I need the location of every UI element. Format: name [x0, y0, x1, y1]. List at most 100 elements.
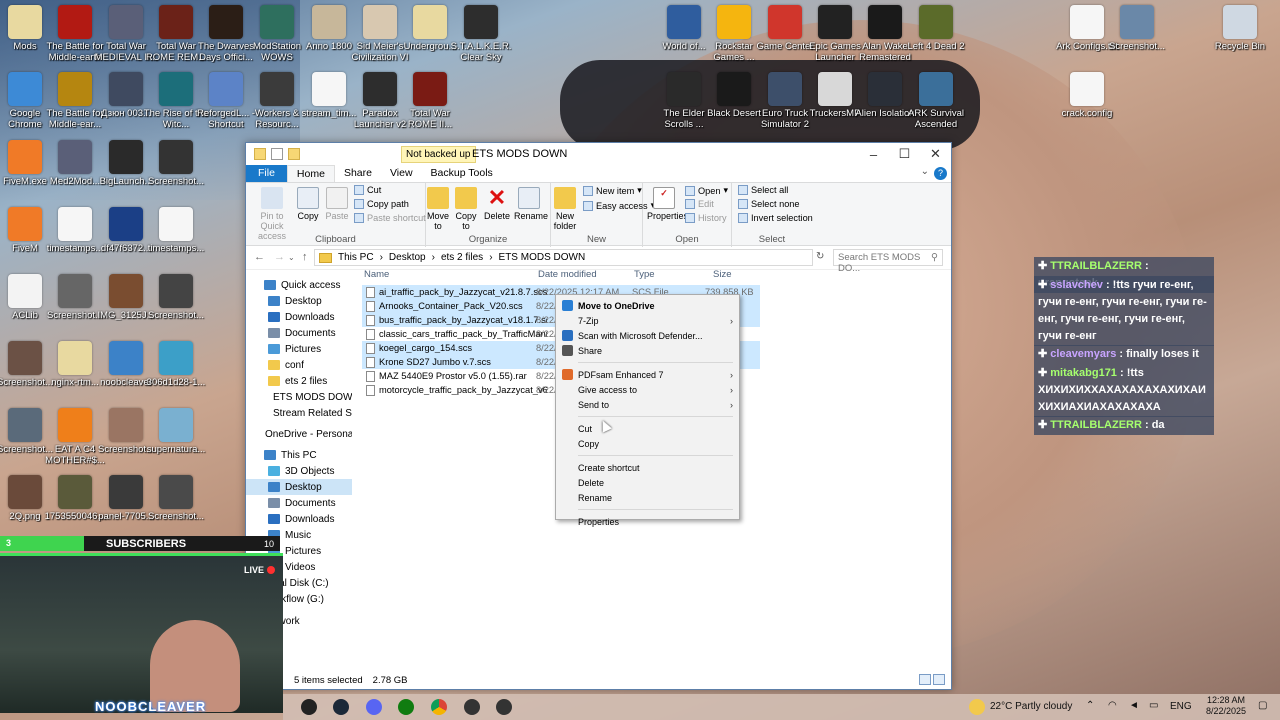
refresh-icon[interactable]: ↻: [816, 251, 824, 262]
desktop-icon[interactable]: ARK Survival Ascended: [903, 72, 969, 130]
nav-item[interactable]: ets 2 files: [246, 373, 352, 389]
column-header-type[interactable]: Type: [634, 267, 655, 283]
backup-status-badge[interactable]: Not backed up: [401, 146, 476, 163]
forward-arrow-icon[interactable]: →: [274, 251, 285, 263]
rename-button[interactable]: Rename: [514, 187, 548, 221]
nav-item[interactable]: Downloads: [246, 309, 352, 325]
details-view-icon[interactable]: [919, 674, 931, 685]
weather-icon[interactable]: [969, 699, 985, 715]
app-icon[interactable]: [496, 699, 512, 715]
pin-quick-access-button[interactable]: Pin to Quick access: [250, 187, 294, 241]
nav-item[interactable]: 3D Objects: [246, 463, 352, 479]
volume-icon[interactable]: ◄: [1129, 700, 1139, 711]
select-none-button[interactable]: Select none: [738, 199, 800, 209]
clock[interactable]: 12:28 AM 8/22/2025: [1201, 695, 1251, 717]
quick-access-toolbar[interactable]: [246, 148, 300, 160]
context-menu-item[interactable]: 7-Zip ›: [556, 313, 739, 328]
nav-item[interactable]: Desktop: [246, 479, 352, 495]
desktop-icon[interactable]: 306d1d28-1...: [143, 341, 209, 388]
column-header-date[interactable]: Date modified: [538, 267, 597, 283]
nav-item[interactable]: ETS MODS DOWN: [246, 389, 352, 405]
context-menu-item[interactable]: Share: [556, 343, 739, 358]
nav-item[interactable]: Stream Related Stuf: [246, 405, 352, 421]
cut-button[interactable]: Cut: [354, 185, 381, 195]
desktop-icon[interactable]: Total War ROME II...: [397, 72, 463, 130]
properties-button[interactable]: ✓ Properties: [647, 187, 688, 221]
tab-share[interactable]: Share: [335, 165, 381, 182]
tab-home[interactable]: Home: [286, 165, 335, 182]
language-indicator[interactable]: ENG: [1170, 701, 1192, 712]
desktop-icon[interactable]: Screenshot...: [143, 140, 209, 187]
context-menu-item[interactable]: Cut: [556, 421, 739, 436]
steam-icon[interactable]: [333, 699, 349, 715]
desktop-icon[interactable]: Recycle Bin: [1207, 5, 1273, 52]
paste-shortcut-button[interactable]: Paste shortcut: [354, 213, 426, 223]
help-icon[interactable]: ?: [934, 167, 947, 180]
context-menu-item[interactable]: Create shortcut: [556, 460, 739, 475]
properties-icon[interactable]: [271, 148, 283, 160]
context-menu-item[interactable]: PDFsam Enhanced 7 ›: [556, 367, 739, 382]
nav-item[interactable]: Pictures: [246, 341, 352, 357]
copy-path-button[interactable]: Copy path: [354, 199, 409, 209]
new-folder-icon[interactable]: [288, 148, 300, 160]
nav-item[interactable]: Downloads: [246, 511, 352, 527]
breadcrumb[interactable]: This PC › Desktop › ets 2 files › ETS MODS …: [314, 249, 813, 266]
invert-selection-button[interactable]: Invert selection: [738, 213, 813, 223]
wifi-icon[interactable]: ◠: [1108, 700, 1117, 711]
xbox-icon[interactable]: [398, 699, 414, 715]
context-menu-item[interactable]: Scan with Microsoft Defender...: [556, 328, 739, 343]
chrome-icon[interactable]: [431, 699, 447, 715]
minimize-button[interactable]: –: [858, 143, 889, 165]
chevron-up-icon[interactable]: ⌃: [1086, 700, 1094, 711]
tab-view[interactable]: View: [381, 165, 422, 182]
paste-button[interactable]: Paste: [324, 187, 350, 221]
desktop-icon[interactable]: crack.config: [1054, 72, 1120, 119]
close-button[interactable]: ✕: [920, 143, 951, 165]
nav-item[interactable]: This PC: [246, 447, 352, 463]
copy-to-button[interactable]: Copy to: [454, 187, 478, 231]
context-menu-item[interactable]: Rename: [556, 490, 739, 505]
desktop-icon[interactable]: supernatura...: [143, 408, 209, 455]
context-menu-item[interactable]: Properties: [556, 514, 739, 529]
desktop-icon[interactable]: Screenshot...: [1104, 5, 1170, 52]
context-menu-item[interactable]: Move to OneDrive: [556, 298, 739, 313]
context-menu-item[interactable]: Copy: [556, 436, 739, 451]
chevron-down-icon[interactable]: ⌄: [921, 166, 929, 177]
up-arrow-icon[interactable]: ↑: [302, 251, 308, 263]
context-menu-item[interactable]: Delete: [556, 475, 739, 490]
history-button[interactable]: History: [685, 213, 727, 223]
new-folder-button[interactable]: New folder: [553, 187, 577, 231]
back-arrow-icon[interactable]: ←: [254, 251, 265, 263]
nav-item[interactable]: conf: [246, 357, 352, 373]
tab-file[interactable]: File: [246, 165, 287, 182]
desktop-icon[interactable]: timestamps...: [143, 207, 209, 254]
tiles-view-icon[interactable]: [933, 674, 945, 685]
search-input[interactable]: Search ETS MODS DO... ⚲: [833, 249, 943, 274]
maximize-button[interactable]: ☐: [889, 143, 920, 165]
open-button[interactable]: Open ▾: [685, 185, 728, 196]
nav-item[interactable]: Documents: [246, 325, 352, 341]
title-bar[interactable]: Not backed up ETS MODS DOWN – ☐ ✕: [246, 143, 951, 165]
tab-backup-tools[interactable]: Backup Tools: [422, 165, 502, 182]
column-header-size[interactable]: Size: [713, 267, 731, 283]
battery-icon[interactable]: ▭: [1149, 700, 1158, 711]
copy-button[interactable]: Copy: [296, 187, 320, 221]
desktop-icon[interactable]: S.T.A.L.K.E.R. Clear Sky: [448, 5, 514, 63]
obs-icon[interactable]: [301, 699, 317, 715]
delete-button[interactable]: ✕ Delete: [484, 187, 510, 222]
edit-button[interactable]: Edit: [685, 199, 714, 209]
app-icon[interactable]: [464, 699, 480, 715]
context-menu-item[interactable]: Give access to ›: [556, 382, 739, 397]
context-menu-item[interactable]: Send to ›: [556, 397, 739, 412]
discord-icon[interactable]: [366, 699, 382, 715]
desktop-icon[interactable]: Screenshot...: [143, 274, 209, 321]
breadcrumb-current[interactable]: ETS MODS DOWN: [499, 252, 586, 263]
new-item-button[interactable]: New item ▾: [583, 185, 642, 196]
desktop-icon[interactable]: Screenshot...: [143, 475, 209, 522]
nav-item[interactable]: Desktop: [246, 293, 352, 309]
select-all-button[interactable]: Select all: [738, 185, 788, 195]
breadcrumb-ets2files[interactable]: ets 2 files: [441, 252, 483, 263]
nav-item[interactable]: OneDrive - Personal: [246, 426, 352, 442]
weather-text[interactable]: 22°C Partly cloudy: [990, 701, 1072, 712]
breadcrumb-this-pc[interactable]: This PC: [338, 252, 374, 263]
